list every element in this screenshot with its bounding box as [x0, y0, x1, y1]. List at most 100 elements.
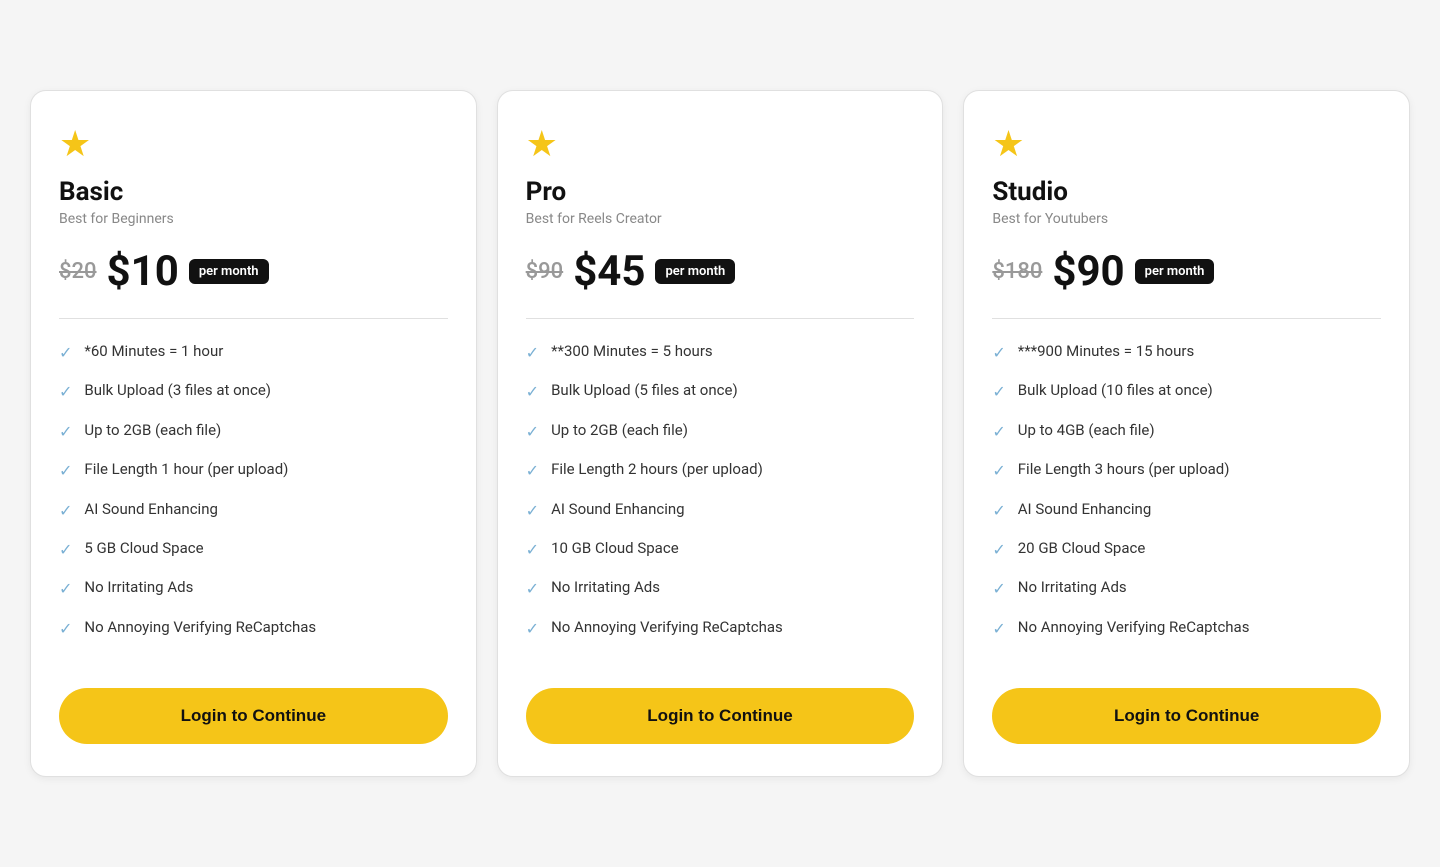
feature-item: ✓ **300 Minutes = 5 hours [526, 341, 915, 364]
check-icon: ✓ [59, 342, 72, 364]
feature-item: ✓ File Length 2 hours (per upload) [526, 459, 915, 482]
features-list: ✓ ***900 Minutes = 15 hours ✓ Bulk Upload (… [992, 341, 1381, 656]
feature-item: ✓ Up to 2GB (each file) [59, 420, 448, 443]
check-icon: ✓ [59, 500, 72, 522]
feature-item: ✓ No Annoying Verifying ReCaptchas [59, 617, 448, 640]
check-icon: ✓ [992, 421, 1005, 443]
features-list: ✓ **300 Minutes = 5 hours ✓ Bulk Upload (5 … [526, 341, 915, 656]
check-icon: ✓ [992, 381, 1005, 403]
divider [59, 318, 448, 319]
feature-item: ✓ Bulk Upload (3 files at once) [59, 380, 448, 403]
check-icon: ✓ [992, 500, 1005, 522]
price-row: $90 $45 per month [526, 247, 915, 296]
per-month-badge: per month [1135, 259, 1215, 284]
feature-text: **300 Minutes = 5 hours [551, 341, 713, 362]
feature-item: ✓ File Length 3 hours (per upload) [992, 459, 1381, 482]
check-icon: ✓ [526, 342, 539, 364]
price-row: $180 $90 per month [992, 247, 1381, 296]
check-icon: ✓ [526, 578, 539, 600]
check-icon: ✓ [992, 539, 1005, 561]
feature-text: No Annoying Verifying ReCaptchas [84, 617, 316, 638]
plan-name: Studio [992, 177, 1381, 207]
feature-text: No Annoying Verifying ReCaptchas [1018, 617, 1250, 638]
price-original: $180 [992, 259, 1042, 284]
login-button[interactable]: Login to Continue [992, 688, 1381, 744]
check-icon: ✓ [992, 342, 1005, 364]
per-month-badge: per month [189, 259, 269, 284]
feature-item: ✓ Bulk Upload (10 files at once) [992, 380, 1381, 403]
feature-text: AI Sound Enhancing [1018, 499, 1152, 520]
pricing-card-pro: ★ Pro Best for Reels Creator $90 $45 per mont… [497, 90, 944, 777]
check-icon: ✓ [992, 618, 1005, 640]
feature-item: ✓No Irritating Ads [59, 577, 448, 600]
feature-item: ✓ 10 GB Cloud Space [526, 538, 915, 561]
feature-text: 10 GB Cloud Space [551, 538, 679, 559]
check-icon: ✓ [526, 460, 539, 482]
star-icon: ★ [59, 123, 448, 165]
check-icon: ✓ [59, 421, 72, 443]
check-icon: ✓ [526, 500, 539, 522]
feature-text: No Irritating Ads [1018, 577, 1127, 598]
pricing-card-basic: ★BasicBest for Beginners$20$10per month✓… [30, 90, 477, 777]
star-icon: ★ [992, 123, 1381, 165]
price-current: $90 [1052, 247, 1124, 296]
star-icon: ★ [526, 123, 915, 165]
feature-text: File Length 1 hour (per upload) [84, 459, 288, 480]
plan-tagline: Best for Youtubers [992, 211, 1381, 227]
login-button[interactable]: Login to Continue [59, 688, 448, 744]
feature-item: ✓ File Length 1 hour (per upload) [59, 459, 448, 482]
feature-item: ✓5 GB Cloud Space [59, 538, 448, 561]
check-icon: ✓ [59, 460, 72, 482]
feature-item: ✓ *60 Minutes = 1 hour [59, 341, 448, 364]
feature-text: Up to 2GB (each file) [84, 420, 221, 441]
features-list: ✓ *60 Minutes = 1 hour ✓ Bulk Upload (3 fil… [59, 341, 448, 656]
login-button[interactable]: Login to Continue [526, 688, 915, 744]
feature-text: Bulk Upload (10 files at once) [1018, 380, 1213, 401]
pricing-container: ★BasicBest for Beginners$20$10per month✓… [30, 90, 1410, 777]
check-icon: ✓ [59, 381, 72, 403]
divider [992, 318, 1381, 319]
feature-item: ✓ Up to 4GB (each file) [992, 420, 1381, 443]
check-icon: ✓ [992, 578, 1005, 600]
plan-name: Basic [59, 177, 448, 207]
feature-item: ✓ Up to 2GB (each file) [526, 420, 915, 443]
feature-text: No Irritating Ads [551, 577, 660, 598]
price-current: $45 [573, 247, 645, 296]
per-month-badge: per month [655, 259, 735, 284]
feature-text: *60 Minutes = 1 hour [84, 341, 223, 362]
feature-item: ✓ AI Sound Enhancing [59, 499, 448, 522]
feature-text: No Irritating Ads [84, 577, 193, 598]
feature-item: ✓ No Annoying Verifying ReCaptchas [992, 617, 1381, 640]
feature-item: ✓ No Annoying Verifying ReCaptchas [526, 617, 915, 640]
check-icon: ✓ [526, 381, 539, 403]
feature-item: ✓ No Irritating Ads [992, 577, 1381, 600]
price-original: $90 [526, 259, 564, 284]
divider [526, 318, 915, 319]
feature-item: ✓ AI Sound Enhancing [526, 499, 915, 522]
feature-item: ✓ ***900 Minutes = 15 hours [992, 341, 1381, 364]
feature-text: Bulk Upload (5 files at once) [551, 380, 738, 401]
check-icon: ✓ [59, 539, 72, 561]
feature-text: No Annoying Verifying ReCaptchas [551, 617, 783, 638]
check-icon: ✓ [526, 421, 539, 443]
feature-text: ***900 Minutes = 15 hours [1018, 341, 1194, 362]
feature-text: 20 GB Cloud Space [1018, 538, 1146, 559]
feature-item: ✓ No Irritating Ads [526, 577, 915, 600]
feature-text: Bulk Upload (3 files at once) [84, 380, 271, 401]
feature-text: File Length 3 hours (per upload) [1018, 459, 1230, 480]
feature-text: AI Sound Enhancing [551, 499, 685, 520]
plan-name: Pro [526, 177, 915, 207]
plan-tagline: Best for Reels Creator [526, 211, 915, 227]
check-icon: ✓ [526, 618, 539, 640]
feature-item: ✓ AI Sound Enhancing [992, 499, 1381, 522]
plan-tagline: Best for Beginners [59, 211, 448, 227]
feature-text: File Length 2 hours (per upload) [551, 459, 763, 480]
check-icon: ✓ [59, 618, 72, 640]
price-current: $10 [107, 247, 179, 296]
feature-text: Up to 2GB (each file) [551, 420, 688, 441]
feature-text: AI Sound Enhancing [84, 499, 218, 520]
check-icon: ✓ [526, 539, 539, 561]
price-row: $20$10per month [59, 247, 448, 296]
check-icon: ✓ [992, 460, 1005, 482]
feature-text: Up to 4GB (each file) [1018, 420, 1155, 441]
